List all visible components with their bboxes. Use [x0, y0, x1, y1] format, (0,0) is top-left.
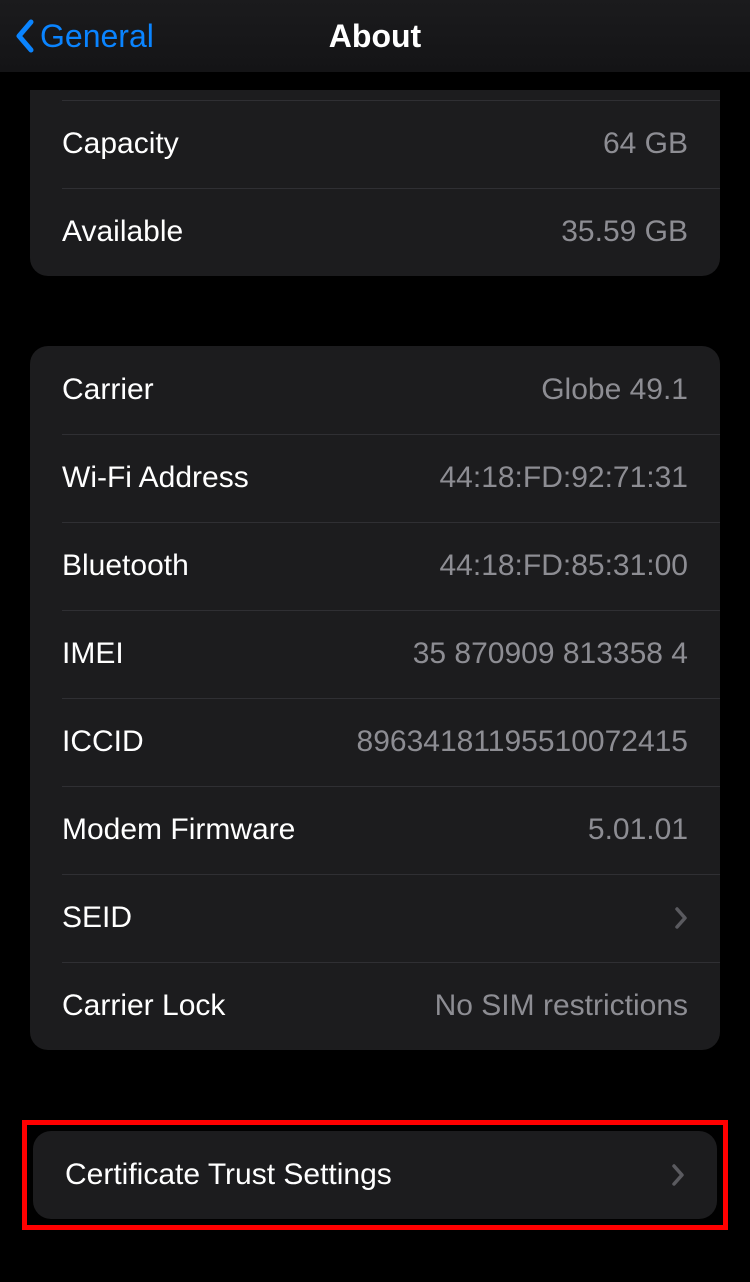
row-value: 44:18:FD:92:71:31 — [439, 461, 688, 495]
row-imei[interactable]: IMEI 35 870909 813358 4 — [30, 610, 720, 698]
row-label: Bluetooth — [62, 549, 189, 583]
row-bluetooth[interactable]: Bluetooth 44:18:FD:85:31:00 — [30, 522, 720, 610]
row-wifi-address[interactable]: Wi-Fi Address 44:18:FD:92:71:31 — [30, 434, 720, 522]
row-label: Carrier Lock — [62, 989, 225, 1023]
row-value: No SIM restrictions — [435, 989, 688, 1023]
row-seid[interactable]: SEID — [30, 874, 720, 962]
row-carrier-lock[interactable]: Carrier Lock No SIM restrictions — [30, 962, 720, 1050]
row-label: Carrier — [62, 373, 154, 407]
chevron-right-icon — [671, 1163, 685, 1187]
certificate-group: Certificate Trust Settings — [33, 1131, 717, 1219]
back-button[interactable]: General — [14, 18, 154, 55]
row-label: ICCID — [62, 725, 144, 759]
chevron-left-icon — [14, 18, 36, 54]
back-label: General — [40, 18, 154, 55]
row-iccid[interactable]: ICCID 89634181195510072415 — [30, 698, 720, 786]
row-label: Wi-Fi Address — [62, 461, 249, 495]
page-title: About — [329, 18, 421, 55]
row-label: SEID — [62, 901, 132, 935]
row-capacity[interactable]: Capacity 64 GB — [30, 100, 720, 188]
content: Capacity 64 GB Available 35.59 GB Carrie… — [0, 72, 750, 1230]
row-value: 44:18:FD:85:31:00 — [439, 549, 688, 583]
row-label: Certificate Trust Settings — [65, 1158, 392, 1192]
row-value: Globe 49.1 — [541, 373, 688, 407]
row-value: 35.59 GB — [561, 215, 688, 249]
row-value: 89634181195510072415 — [357, 725, 688, 759]
row-available[interactable]: Available 35.59 GB — [30, 188, 720, 276]
network-group: Carrier Globe 49.1 Wi-Fi Address 44:18:F… — [30, 346, 720, 1050]
row-value: 35 870909 813358 4 — [413, 637, 688, 671]
row-label: IMEI — [62, 637, 124, 671]
row-carrier[interactable]: Carrier Globe 49.1 — [30, 346, 720, 434]
row-certificate-trust-settings[interactable]: Certificate Trust Settings — [33, 1131, 717, 1219]
storage-group: Capacity 64 GB Available 35.59 GB — [30, 90, 720, 276]
row-modem-firmware[interactable]: Modem Firmware 5.01.01 — [30, 786, 720, 874]
row-label: Modem Firmware — [62, 813, 295, 847]
highlight-annotation: Certificate Trust Settings — [22, 1120, 728, 1230]
row-label: Available — [62, 215, 183, 249]
row-partial-top[interactable] — [30, 90, 720, 100]
row-value: 64 GB — [603, 127, 688, 161]
navbar: General About — [0, 0, 750, 72]
chevron-right-icon — [674, 906, 688, 930]
row-label: Capacity — [62, 127, 179, 161]
row-value: 5.01.01 — [588, 813, 688, 847]
